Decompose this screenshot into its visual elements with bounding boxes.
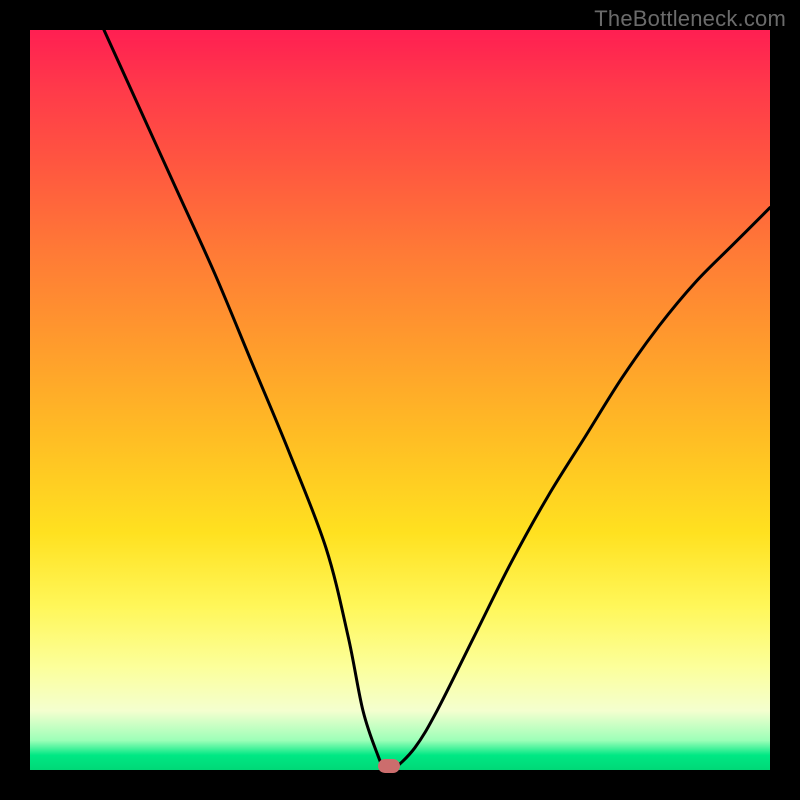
curve-svg — [30, 30, 770, 770]
optimum-marker — [378, 759, 400, 773]
curve-path — [104, 30, 770, 770]
watermark-text: TheBottleneck.com — [594, 6, 786, 32]
chart-frame: TheBottleneck.com — [0, 0, 800, 800]
plot-area — [30, 30, 770, 770]
